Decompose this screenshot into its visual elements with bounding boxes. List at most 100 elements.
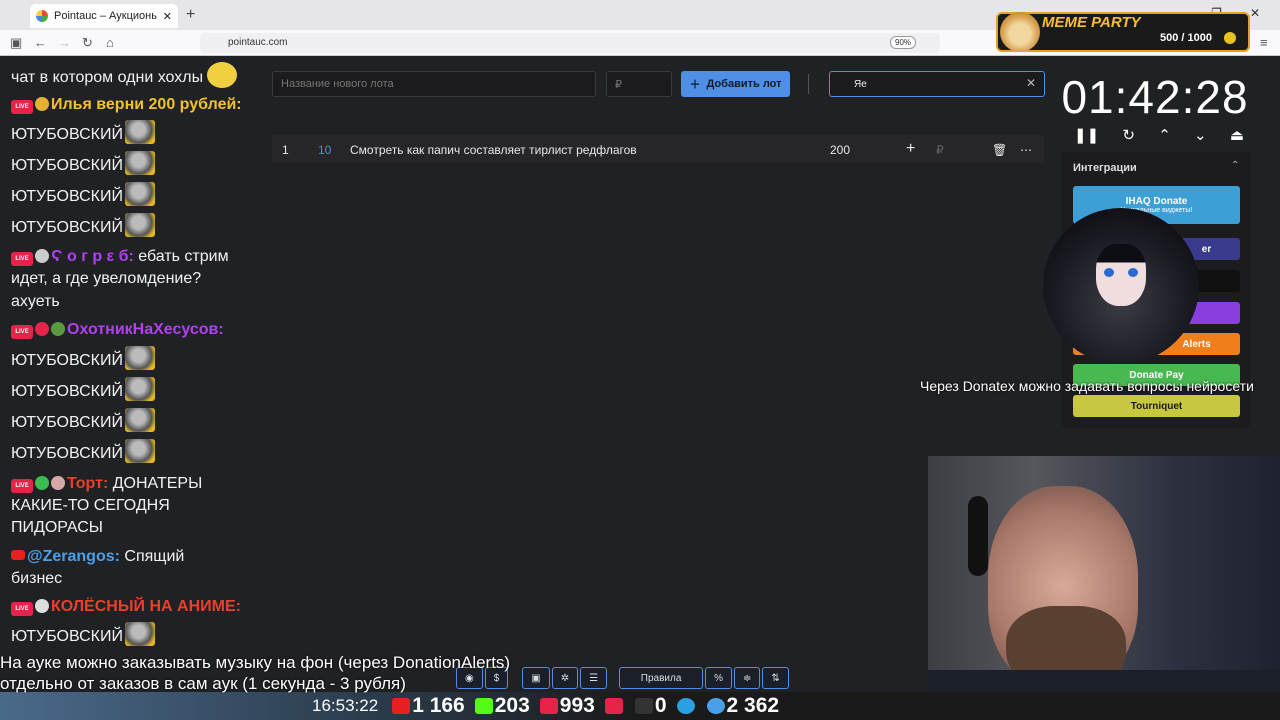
- bug-icon: ✲: [560, 672, 570, 684]
- play-icon: [604, 698, 623, 714]
- clear-search-icon[interactable]: ✕: [1026, 76, 1036, 90]
- sort-icon: ⇅: [771, 672, 780, 684]
- emote-icon: [124, 346, 155, 370]
- rules-button[interactable]: Правила: [619, 667, 704, 689]
- chat-message: бизнес: [11, 570, 63, 587]
- tab-title: Pointauc – Аукционы, лотереи: [54, 10, 157, 22]
- close-icon[interactable]: ✕: [1250, 6, 1260, 20]
- youtube-stat: 1 166: [392, 694, 465, 718]
- subtitle-text: На ауке можно заказывать музыку на фон (…: [0, 652, 510, 694]
- lot-index: 1: [282, 143, 289, 157]
- chat-message: ПИДОРАСЫ: [11, 519, 103, 536]
- ihaq-label: IHAQ Donate: [1125, 196, 1188, 207]
- sort-button[interactable]: ⇅: [762, 667, 789, 689]
- split-icon: ≑: [743, 672, 752, 684]
- emote-icon: [124, 439, 155, 463]
- avatar-eyes: [1104, 268, 1138, 277]
- headset: [968, 496, 988, 576]
- chevron-up-icon[interactable]: ⌃: [1231, 160, 1239, 171]
- delete-icon[interactable]: 🗑: [992, 143, 1007, 157]
- clock: 16:53:22: [312, 696, 379, 715]
- lot-percent: 10: [318, 143, 332, 157]
- decrease-icon[interactable]: ⌄: [1194, 126, 1207, 144]
- meme-party-title: MEME PARTY: [1042, 14, 1141, 31]
- split-button[interactable]: ≑: [734, 667, 761, 689]
- add-lot-button[interactable]: ＋ Добавить лот: [681, 71, 790, 97]
- forward-icon[interactable]: →: [58, 35, 71, 50]
- favicon-icon: [36, 10, 48, 22]
- url-field[interactable]: pointauc.com: [200, 33, 940, 53]
- lot-amount: 200: [830, 143, 851, 157]
- webcam-feed: [928, 456, 1280, 720]
- tourniquet-button[interactable]: Tourniquet: [1073, 395, 1240, 417]
- more-icon[interactable]: ⋯: [1020, 143, 1032, 157]
- close-tab-icon[interactable]: ✕: [163, 10, 172, 23]
- emote-icon: [207, 62, 238, 88]
- save-button[interactable]: ▣: [522, 667, 550, 689]
- tourniquet-label: Tourniquet: [1130, 400, 1183, 412]
- chat-message: чат в котором одни хохлы: [11, 62, 239, 88]
- viewers-stat: 2 362: [706, 694, 779, 718]
- chat-message: ахуеть: [11, 293, 60, 310]
- chat-message: LIVE Торт: ДОНАТЕРЫ: [11, 475, 202, 493]
- add-amount-icon[interactable]: +: [906, 140, 915, 158]
- kick-icon: [474, 698, 493, 714]
- emote-icon: [124, 377, 155, 401]
- search-input[interactable]: Яе: [829, 71, 1045, 97]
- new-tab-button[interactable]: +: [186, 6, 195, 24]
- user-icon: [706, 698, 725, 714]
- percent-label: %: [714, 672, 724, 684]
- vk-stat: 993: [539, 694, 595, 718]
- chat-message: КАКИЕ-ТО СЕГОДНЯ: [11, 497, 170, 514]
- chat-message: идет, а где увеломдение?: [11, 270, 202, 287]
- percent-button[interactable]: %: [705, 667, 733, 689]
- emote-icon: [124, 151, 155, 175]
- emote-icon: [124, 408, 155, 432]
- increase-icon[interactable]: ⌃: [1158, 126, 1171, 144]
- integrations-title: Интеграции: [1073, 162, 1137, 174]
- list-icon: ☰: [589, 672, 599, 684]
- chat-message: ЮТУБОВСКИЙ: [11, 151, 155, 175]
- meme-party-score: 500 / 1000: [1160, 32, 1212, 44]
- browser-tab[interactable]: Pointauc – Аукционы, лотереи ✕: [30, 4, 178, 28]
- r-stat: 0: [634, 694, 667, 718]
- lot-price-input[interactable]: ₽: [606, 71, 672, 97]
- reset-icon[interactable]: ↻: [1122, 126, 1135, 144]
- home-icon[interactable]: ⌂: [106, 35, 114, 50]
- integration-label-2: er: [1201, 243, 1212, 255]
- zoom-indicator[interactable]: 90%: [890, 36, 917, 49]
- chat-message: ЮТУБОВСКИЙ: [11, 439, 155, 463]
- back-icon[interactable]: ←: [34, 35, 47, 50]
- bug-button[interactable]: ✲: [551, 667, 579, 689]
- telegram-stat: [676, 694, 697, 718]
- pause-icon[interactable]: ❚❚: [1074, 126, 1099, 144]
- lot-name: Смотреть как папич составляет тирлист ре…: [350, 143, 637, 157]
- save-icon: ▣: [531, 672, 541, 684]
- timer-controls: ❚❚ ↻ ⌃ ⌄ ⏏: [1074, 126, 1244, 144]
- stats-row: 16:53:22 1 166 203 993 0 2 362: [312, 692, 779, 720]
- divider: [808, 74, 809, 94]
- youtube-icon: [392, 698, 411, 714]
- donatex-note: Через Donatex можно задавать вопросы ней…: [920, 378, 1254, 394]
- lot-row[interactable]: 1 10 Смотреть как папич составляет тирли…: [272, 135, 1044, 163]
- telegram-icon: [676, 698, 695, 714]
- emote-icon: [124, 622, 155, 646]
- chat-message: ЮТУБОВСКИЙ: [11, 622, 155, 646]
- chat-message: ЮТУБОВСКИЙ: [11, 213, 155, 237]
- emote-icon: [124, 120, 155, 144]
- chat-message: @Zerangos: Спящий: [11, 548, 184, 566]
- history-button[interactable]: ☰: [580, 667, 608, 689]
- collapse-icon[interactable]: ⏏: [1230, 126, 1244, 144]
- donationalerts-label: Alerts: [1182, 338, 1211, 350]
- reload-icon[interactable]: ↻: [82, 35, 93, 51]
- kick-stat: 203: [474, 694, 530, 718]
- sidebar-icon[interactable]: ▣: [10, 35, 22, 51]
- lot-name-input[interactable]: Название нового лота: [272, 71, 596, 97]
- chat-message: ЮТУБОВСКИЙ: [11, 182, 155, 206]
- chat-overlay: чат в котором одни хохлы LIVE Илья верни …: [0, 56, 270, 680]
- rules-label: Правила: [640, 672, 682, 684]
- menu-icon[interactable]: ≡: [1260, 35, 1268, 50]
- chat-message: LIVE Ϛ о г р ε б: ебать стрим: [11, 248, 229, 266]
- youtube-icon: [11, 550, 25, 560]
- chat-message: ЮТУБОВСКИЙ: [11, 408, 155, 432]
